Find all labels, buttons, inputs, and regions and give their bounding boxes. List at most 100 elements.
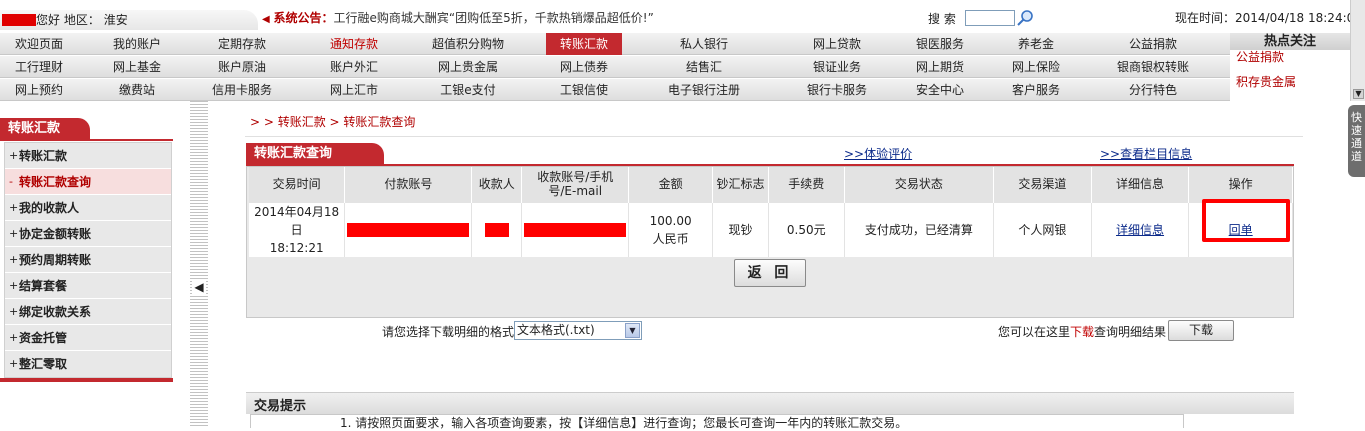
nav-item-3-3[interactable]: 信用卡服务 — [178, 79, 306, 101]
nav-row-1: 欢迎页面 我的账户 定期存款 通知存款 超值积分购物 转账汇款 私人银行 网上贷款 银医服务 养老… — [0, 33, 1230, 55]
redacted-payee — [484, 223, 509, 237]
expand-icon: + — [9, 253, 19, 266]
col-amount: 金额 — [628, 167, 714, 202]
system-notice[interactable]: ◀ 系统公告：工行融e购商城大酬宾“团购低至5折，千款热销爆品超低价!” — [262, 9, 654, 26]
hot-scrollbar[interactable]: ▼ — [1350, 0, 1365, 101]
nav-item-2-10[interactable]: 网上保险 — [980, 56, 1092, 78]
nav-item-3-6[interactable]: 工银信使 — [534, 79, 634, 101]
expand-icon: + — [9, 201, 19, 214]
nav-item-2-7[interactable]: 结售汇 — [634, 56, 774, 78]
sidebar-splitter[interactable] — [190, 101, 208, 426]
sidebar-item-payees[interactable]: + 我的收款人 — [5, 195, 171, 221]
sidebar-title: 转账汇款 — [0, 118, 90, 140]
hot-link-charity[interactable]: 公益捐款 — [1236, 48, 1284, 65]
col-channel: 交易渠道 — [993, 167, 1092, 202]
download-hint: 您可以在这里下载查询明细结果 — [998, 323, 1166, 340]
nav-item-2-4[interactable]: 账户外汇 — [306, 56, 402, 78]
sidebar-item-label: 我的收款人 — [19, 201, 80, 215]
expand-icon: + — [9, 149, 19, 162]
amount-currency: 人民币 — [652, 231, 689, 246]
nav-item-3-4[interactable]: 网上汇市 — [306, 79, 402, 101]
sidebar-item-installment[interactable]: + 整汇零取 — [5, 351, 171, 377]
expand-icon: + — [9, 357, 19, 370]
sidebar-menu: + 转账汇款 - 转账汇款查询 + 我的收款人 + 协定金额转账 + 预约周期转账 + 结算… — [4, 142, 172, 378]
sidebar-item-bind-payee[interactable]: + 绑定收款关系 — [5, 299, 171, 325]
nav-item-2-9[interactable]: 网上期货 — [900, 56, 980, 78]
sidebar-item-settlement[interactable]: + 结算套餐 — [5, 273, 171, 299]
nav-item-1-9[interactable]: 银医服务 — [900, 33, 980, 55]
sidebar-item-custody[interactable]: + 资金托管 — [5, 325, 171, 351]
col-cash-flag: 钞汇标志 — [712, 167, 769, 202]
col-fee: 手续费 — [768, 167, 845, 202]
chevron-down-icon[interactable]: ▼ — [625, 323, 640, 338]
nav-item-1-11[interactable]: 公益捐款 — [1092, 33, 1214, 55]
tips-header — [246, 392, 1294, 414]
format-label: 请您选择下载明细的格式 — [382, 325, 515, 339]
nav-item-2-6[interactable]: 网上债券 — [534, 56, 634, 78]
nav-item-1-10[interactable]: 养老金 — [980, 33, 1092, 55]
nav-item-1-3[interactable]: 定期存款 — [178, 33, 306, 55]
sidebar-item-label: 绑定收款关系 — [19, 305, 92, 319]
nav-item-2-1[interactable]: 工行理财 — [0, 56, 78, 78]
nav-item-3-10[interactable]: 客户服务 — [980, 79, 1092, 101]
back-button[interactable]: 返 回 — [734, 259, 806, 287]
nav-item-3-1[interactable]: 网上预约 — [0, 79, 78, 101]
cell-status: 支付成功，已经清算 — [844, 201, 995, 257]
format-select[interactable]: 文本格式(.txt) ▼ — [514, 321, 642, 340]
view-column-info-link[interactable]: >>查看栏目信息 — [1100, 145, 1192, 162]
col-detail: 详细信息 — [1091, 167, 1190, 202]
main-nav: 欢迎页面 我的账户 定期存款 通知存款 超值积分购物 转账汇款 私人银行 网上贷款 银医服务 养老… — [0, 33, 1230, 101]
nav-item-1-5[interactable]: 超值积分购物 — [402, 33, 534, 55]
nav-item-1-1[interactable]: 欢迎页面 — [0, 33, 78, 55]
search-icon[interactable] — [1016, 9, 1034, 27]
nav-item-3-11[interactable]: 分行特色 — [1092, 79, 1214, 101]
cell-channel: 个人网银 — [993, 201, 1092, 257]
speaker-icon: ◀ — [262, 14, 270, 25]
search-input[interactable] — [965, 10, 1015, 26]
sidebar-item-transfer[interactable]: + 转账汇款 — [5, 143, 171, 169]
nav-item-2-3[interactable]: 账户原油 — [178, 56, 306, 78]
quick-access-tab[interactable]: 快速通道 — [1348, 105, 1365, 177]
sidebar-item-agreed-amount[interactable]: + 协定金额转账 — [5, 221, 171, 247]
nav-item-3-8[interactable]: 银行卡服务 — [774, 79, 900, 101]
nav-item-1-4[interactable]: 通知存款 — [306, 33, 402, 55]
sidebar-item-label: 资金托管 — [19, 331, 68, 345]
breadcrumb-divider — [245, 136, 1303, 137]
sidebar-item-label: 预约周期转账 — [19, 253, 92, 267]
current-time: 现在时间：2014/04/18 18:24:07 — [1175, 9, 1362, 26]
nav-item-1-7[interactable]: 私人银行 — [634, 33, 774, 55]
nav-item-2-11[interactable]: 银商银权转账 — [1092, 56, 1214, 78]
hot-link-metal[interactable]: 积存贵金属 — [1236, 73, 1296, 90]
redacted-username — [2, 14, 36, 26]
nav-item-3-9[interactable]: 安全中心 — [900, 79, 980, 101]
expand-icon: + — [9, 305, 19, 318]
nav-item-3-5[interactable]: 工银e支付 — [402, 79, 534, 101]
download-hint-suffix: 查询明细结果 — [1094, 325, 1167, 339]
nav-row-2: 工行理财 网上基金 账户原油 账户外汇 网上贵金属 网上债券 结售汇 银证业务 网上期货 网上保险… — [0, 56, 1230, 78]
nav-item-2-8[interactable]: 银证业务 — [774, 56, 900, 78]
collapse-sidebar-icon[interactable]: ◀ — [192, 280, 206, 294]
nav-item-3-7[interactable]: 电子银行注册 — [634, 79, 774, 101]
nav-item-1-6[interactable]: 转账汇款 — [546, 33, 622, 55]
experience-feedback-link[interactable]: >>体验评价 — [844, 145, 912, 162]
download-button[interactable]: 下载 — [1168, 320, 1234, 341]
expand-icon: + — [9, 279, 19, 292]
sidebar-item-label: 整汇零取 — [19, 357, 68, 371]
nav-item-2-5[interactable]: 网上贵金属 — [402, 56, 534, 78]
time-date: 2014年04月18日 — [254, 204, 340, 237]
col-payee-account: 收款账号/手机号/E-mail — [521, 167, 630, 202]
sidebar-item-scheduled[interactable]: + 预约周期转账 — [5, 247, 171, 273]
time-label: 现在时间： — [1175, 11, 1236, 25]
sidebar-item-label: 协定金额转账 — [19, 227, 92, 241]
amount-value: 100.00 — [649, 213, 692, 228]
sidebar-item-label: 转账汇款查询 — [19, 175, 92, 189]
format-select-value: 文本格式(.txt) — [517, 323, 595, 337]
scroll-down-icon[interactable]: ▼ — [1353, 89, 1364, 99]
notice-text[interactable]: 工行融e购商城大酬宾“团购低至5折，千款热销爆品超低价!” — [334, 11, 654, 25]
collapse-icon: - — [9, 175, 13, 188]
expand-icon: + — [9, 331, 19, 344]
detail-link[interactable]: 详细信息 — [1116, 223, 1164, 237]
sidebar-item-transfer-query[interactable]: - 转账汇款查询 — [5, 169, 171, 195]
nav-item-1-8[interactable]: 网上贷款 — [774, 33, 900, 55]
col-time: 交易时间 — [249, 167, 346, 202]
